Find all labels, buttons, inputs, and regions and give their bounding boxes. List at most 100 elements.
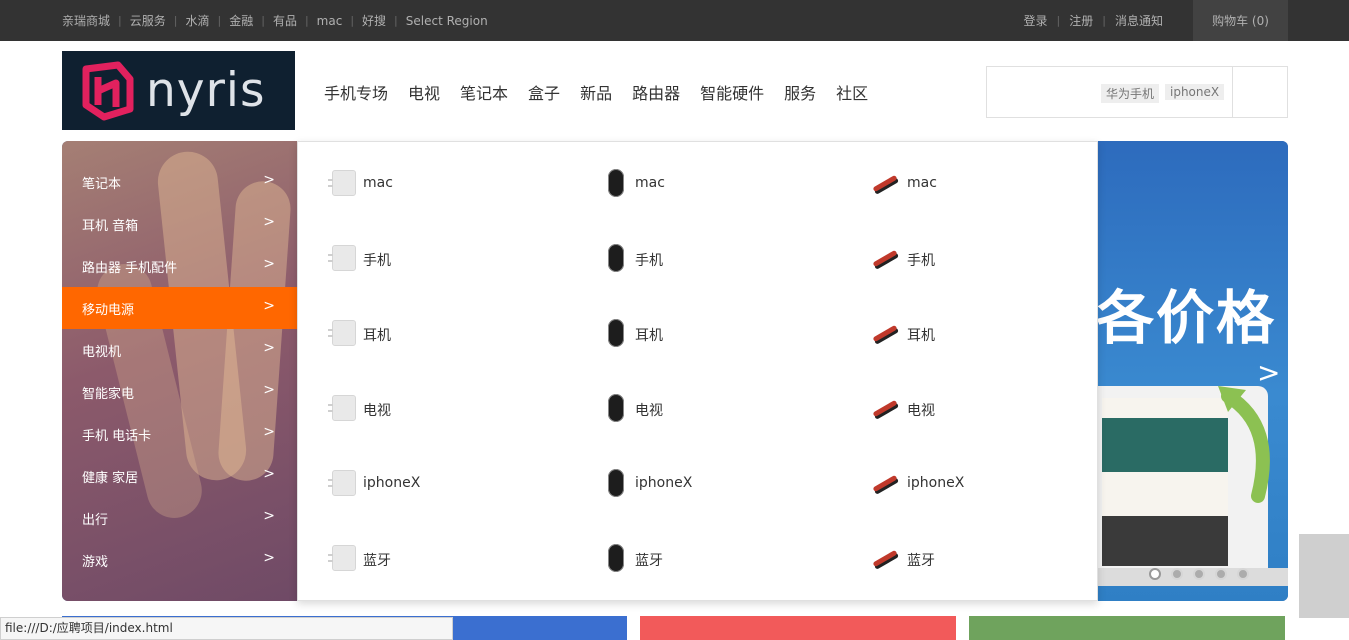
carousel-next-button[interactable]: > <box>1257 356 1280 389</box>
carousel-dot[interactable] <box>1215 568 1227 580</box>
flyout-item[interactable]: mac <box>842 164 1092 204</box>
back-to-top-button[interactable] <box>1299 534 1349 618</box>
topbar-link[interactable]: 金融 <box>229 12 253 29</box>
messages-link[interactable]: 消息通知 <box>1115 12 1163 29</box>
search-box[interactable]: 华为手机 iphoneX <box>986 66 1288 118</box>
category-item[interactable]: 游戏 > <box>62 539 297 581</box>
nav-item[interactable]: 手机专场 <box>324 80 388 104</box>
flyout-item[interactable]: 手机 <box>842 239 1092 279</box>
flyout-item[interactable]: 电视 <box>842 389 1092 429</box>
flyout-item-label: 手机 <box>907 253 935 269</box>
status-bar-url: file:///D:/应聘项目/index.html <box>0 617 453 640</box>
promo-banner[interactable] <box>640 616 956 640</box>
nav-item[interactable]: 路由器 <box>632 80 680 104</box>
topbar-links: 亲瑞商城 | 云服务 | 水滴 | 金融 | 有品 | mac | 好搜 | Select R… <box>62 0 488 41</box>
site-logo[interactable]: nyris <box>62 51 295 130</box>
cable-icon <box>872 399 898 418</box>
flyout-item[interactable]: 耳机 <box>570 314 820 354</box>
chevron-right-icon: > <box>263 298 275 314</box>
screen-block <box>1102 418 1228 472</box>
charger-icon <box>328 470 356 496</box>
nav-item[interactable]: 电视 <box>408 80 440 104</box>
category-item-active[interactable]: 移动电源 > <box>62 287 297 329</box>
category-item[interactable]: 健康 家居 > <box>62 455 297 497</box>
flyout-item-label: 耳机 <box>635 328 663 344</box>
select-region-link[interactable]: Select Region <box>406 14 488 28</box>
register-link[interactable]: 注册 <box>1069 12 1093 29</box>
topbar-link[interactable]: 好搜 <box>362 12 386 29</box>
topbar-link[interactable]: mac <box>317 14 343 28</box>
curved-arrow-icon <box>1218 386 1270 503</box>
search-button[interactable] <box>1232 67 1287 117</box>
flyout-item[interactable]: 耳机 <box>842 314 1092 354</box>
mouse-icon <box>608 244 624 272</box>
flyout-item[interactable]: 电视 <box>570 389 820 429</box>
mouse-icon <box>608 394 624 422</box>
topbar-link[interactable]: 亲瑞商城 <box>62 12 110 29</box>
divider: | <box>1102 14 1106 27</box>
chevron-right-icon: > <box>263 424 275 440</box>
mouse-icon <box>608 544 624 572</box>
flyout-item-label: 蓝牙 <box>635 553 663 569</box>
category-item[interactable]: 路由器 手机配件 > <box>62 245 297 287</box>
hot-word-tag[interactable]: iphoneX <box>1165 84 1225 100</box>
category-item[interactable]: 手机 电话卡 > <box>62 413 297 455</box>
flyout-item[interactable]: iphoneX <box>842 464 1092 504</box>
laptop-image <box>1098 386 1288 586</box>
topbar-link[interactable]: 水滴 <box>185 12 209 29</box>
divider: | <box>217 14 222 27</box>
category-item[interactable]: 出行 > <box>62 497 297 539</box>
hot-word-tag[interactable]: 华为手机 <box>1101 84 1160 103</box>
flyout-item[interactable]: iphoneX <box>570 464 820 504</box>
nav-item[interactable]: 服务 <box>784 80 816 104</box>
chevron-right-icon: > <box>263 214 275 230</box>
category-item[interactable]: 笔记本 > <box>62 161 297 203</box>
mouse-icon <box>608 319 624 347</box>
cable-icon <box>872 249 898 268</box>
flyout-item-label: 耳机 <box>907 328 935 344</box>
nav-item[interactable]: 智能硬件 <box>700 80 764 104</box>
nav-item[interactable]: 盒子 <box>528 80 560 104</box>
chevron-right-icon: > <box>263 550 275 566</box>
login-link[interactable]: 登录 <box>1024 12 1048 29</box>
flyout-item[interactable]: 蓝牙 <box>298 539 548 579</box>
flyout-item-label: mac <box>363 175 393 191</box>
topbar-link[interactable]: 有品 <box>273 12 297 29</box>
flyout-item[interactable]: 蓝牙 <box>570 539 820 579</box>
cable-icon <box>872 549 898 568</box>
category-item[interactable]: 耳机 音箱 > <box>62 203 297 245</box>
flyout-item-label: iphoneX <box>363 475 421 491</box>
flyout-item-label: 电视 <box>635 403 663 419</box>
cart-button[interactable]: 购物车 (0) <box>1193 0 1288 41</box>
category-label: 耳机 音箱 <box>82 218 139 234</box>
cable-icon <box>872 474 898 493</box>
flyout-item[interactable]: iphoneX <box>298 464 548 504</box>
topbar-link[interactable]: 云服务 <box>130 12 166 29</box>
chevron-right-icon: > <box>263 466 275 482</box>
flyout-item[interactable]: 蓝牙 <box>842 539 1092 579</box>
carousel-dot[interactable] <box>1149 568 1161 580</box>
flyout-item[interactable]: 电视 <box>298 389 548 429</box>
nav-item[interactable]: 新品 <box>580 80 612 104</box>
category-item[interactable]: 电视机 > <box>62 329 297 371</box>
flyout-item[interactable]: mac <box>298 164 548 204</box>
flyout-item[interactable]: mac <box>570 164 820 204</box>
banner-headline: 各价格 <box>1098 284 1277 352</box>
category-item[interactable]: 智能家电 > <box>62 371 297 413</box>
carousel-dot[interactable] <box>1171 568 1183 580</box>
logo-text: nyris <box>146 63 266 118</box>
nav-item[interactable]: 笔记本 <box>460 80 508 104</box>
cable-icon <box>872 174 898 193</box>
screen-block <box>1102 516 1228 566</box>
flyout-item[interactable]: 手机 <box>298 239 548 279</box>
flyout-item-label: mac <box>635 175 665 191</box>
flyout-item-label: 手机 <box>635 253 663 269</box>
promo-banner[interactable] <box>969 616 1285 640</box>
nav-item[interactable]: 社区 <box>836 80 868 104</box>
flyout-item[interactable]: 耳机 <box>298 314 548 354</box>
charger-icon <box>328 170 356 196</box>
cable-icon <box>872 324 898 343</box>
carousel-dot[interactable] <box>1193 568 1205 580</box>
carousel-dot[interactable] <box>1237 568 1249 580</box>
flyout-item[interactable]: 手机 <box>570 239 820 279</box>
